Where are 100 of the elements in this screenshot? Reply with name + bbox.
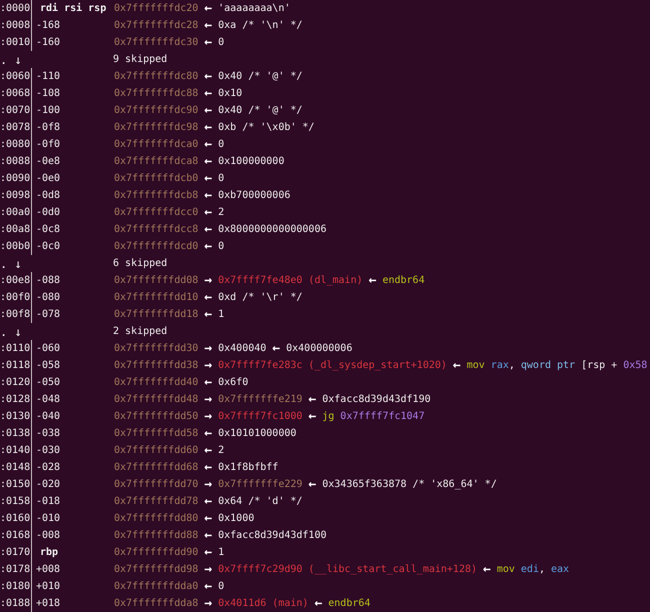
frame-offset: -058 — [35, 360, 62, 371]
frame-offset: -160 — [35, 37, 62, 48]
frame-offset: -048 — [35, 394, 62, 405]
stack-offset: :0118 — [0, 357, 32, 374]
stack-address: 0x7fffffffdd80 — [114, 513, 198, 524]
stack-address: 0x7fffffffe219 — [218, 394, 302, 405]
pointer-arrow: ← — [204, 72, 212, 82]
value-text: 0x10 — [218, 88, 242, 99]
pointer-arrow: ← — [204, 242, 212, 252]
pointer-arrow: ← — [204, 530, 212, 540]
stack-address: 0x7fffffffdcc0 — [114, 207, 198, 218]
pointer-arrow: ← — [204, 174, 212, 184]
value-text: 0xb /* '\x0b' */ — [218, 122, 314, 133]
frame-offset: -0d0 — [35, 207, 62, 218]
stack-address: 0x7fffffffdc80 — [114, 71, 198, 82]
stack-offset: :0130 — [0, 408, 32, 425]
value-text: 0xa /* '\n' */ — [218, 20, 302, 31]
pointer-arrow: ← — [368, 276, 376, 286]
value-text: 0xfacc8d39d43df100 — [218, 530, 326, 541]
frame-offset: -050 — [35, 377, 62, 388]
skipped-count: 2 skipped — [113, 326, 168, 337]
value-text: 0 — [218, 241, 224, 252]
value-text: 0xb700000006 — [218, 190, 290, 201]
frame-offset: -0f8 — [35, 122, 62, 133]
instruction-mnemonic: mov — [496, 564, 515, 575]
stack-address: 0x7fffffffdd60 — [114, 445, 198, 456]
stack-offset: :0170 — [0, 544, 32, 561]
stack-offset: :0088 — [0, 153, 32, 170]
pointer-arrow: → — [204, 360, 212, 370]
stack-address: 0x7fffffffdd50 — [114, 411, 198, 422]
register-name: eax — [551, 564, 570, 575]
value-text: 0xd /* '\r' */ — [218, 292, 302, 303]
value-text: 2 — [218, 445, 224, 456]
value-text: 0x10101000000 — [218, 428, 296, 439]
code-address: 0x7ffff7fe48e0 (dl_main) — [218, 275, 363, 286]
register-name: rax — [490, 360, 509, 371]
stack-address: 0x7fffffffdd30 — [114, 343, 198, 354]
immediate-value: 0x7ffff7fc1047 — [340, 411, 425, 422]
code-address: 0x7ffff7fe283c (_dl_sysdep_start+1020) — [218, 360, 447, 371]
stack-address: 0x7fffffffdc88 — [114, 88, 198, 99]
frame-offset: +018 — [35, 598, 62, 609]
pointer-arrow: ← — [204, 462, 212, 472]
code-address: 0x7ffff7c29d90 (__libc_start_call_main+128) — [218, 564, 478, 575]
value-text: 0 — [218, 37, 224, 48]
value-text: 1 — [218, 309, 224, 320]
stack-offset: :0060 — [0, 68, 32, 85]
frame-offset: -0c0 — [35, 241, 62, 252]
skip-marker: . ↓ — [0, 324, 23, 338]
value-text: 'aaaaaaaa\n' — [218, 3, 290, 14]
stack-address: 0x7fffffffdcb0 — [114, 173, 198, 184]
pointer-arrow: → — [204, 480, 212, 490]
stack-offset: :0090 — [0, 170, 32, 187]
stack-offset: :0010 — [0, 34, 32, 51]
stack-address: 0x7fffffffdd98 — [114, 564, 198, 575]
instruction-mnemonic: endbr64 — [382, 275, 425, 286]
frame-offset: -018 — [35, 496, 62, 507]
stack-address: 0x7fffffffdd58 — [114, 428, 198, 439]
pointer-arrow: ← — [272, 344, 280, 354]
pointer-arrow: ← — [204, 378, 212, 388]
stack-address: 0x7fffffffdd88 — [114, 530, 198, 541]
operand-size: qword ptr — [520, 360, 576, 371]
pointer-arrow: ← — [204, 106, 212, 116]
pointer-arrow: → — [204, 394, 212, 404]
frame-offset: -0f0 — [35, 139, 62, 150]
pointer-arrow: ← — [204, 310, 212, 320]
pointer-arrow: ← — [204, 496, 212, 506]
value-text: 1 — [218, 547, 224, 558]
register-name: edi — [520, 564, 539, 575]
frame-offset: -0c8 — [35, 224, 62, 235]
stack-offset: :0080 — [0, 136, 32, 153]
value-text: 0x6f0 — [218, 377, 248, 388]
frame-offset: -080 — [35, 292, 62, 303]
stack-offset: :0178 — [0, 561, 32, 578]
stack-offset: :0138 — [0, 425, 32, 442]
stack-address: 0x7fffffffdda0 — [114, 581, 198, 592]
pointer-arrow: ← — [204, 156, 212, 166]
stack-address: 0x7fffffffdcd0 — [114, 241, 198, 252]
stack-address: 0x7fffffffdc30 — [114, 37, 198, 48]
frame-offset: -010 — [35, 513, 62, 524]
code-address: 0x4011d6 (main) — [218, 598, 308, 609]
stack-address: 0x7fffffffdd78 — [114, 496, 198, 507]
stack-address: 0x7fffffffdd68 — [114, 462, 198, 473]
code-address: 0x7ffff7fc1000 — [218, 411, 302, 422]
frame-offset: -0e8 — [35, 156, 62, 167]
value-text: 0x1000 — [218, 513, 254, 524]
stack-offset: :0110 — [0, 340, 32, 357]
value-text: 0x1f8bfbff — [218, 462, 278, 473]
skip-marker: . ↓ — [0, 256, 23, 270]
stack-offset: :00b0 — [0, 238, 32, 255]
pointer-arrow: ← — [452, 360, 461, 370]
pointer-arrow: ← — [308, 412, 316, 422]
stack-offset: :00a8 — [0, 221, 32, 238]
value-text: 2 — [218, 207, 224, 218]
pointer-arrow: ← — [204, 20, 212, 30]
pointer-arrow: ← — [204, 446, 212, 456]
pointer-arrow: ← — [204, 428, 212, 438]
stack-address: 0x7fffffffdc90 — [114, 105, 198, 116]
pointer-arrow: ← — [314, 598, 322, 608]
value-text: 0 — [218, 581, 224, 592]
skipped-count: 6 skipped — [113, 258, 168, 269]
